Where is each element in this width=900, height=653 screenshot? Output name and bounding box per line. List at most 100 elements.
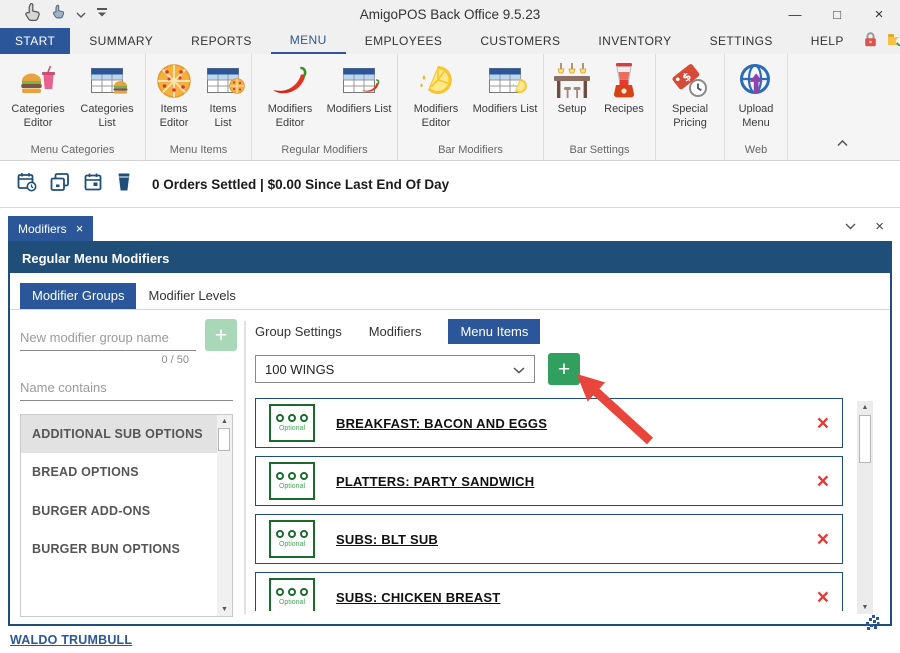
menu-item-controls: 100 WINGS + xyxy=(255,353,880,385)
menu-item-employees[interactable]: EMPLOYEES xyxy=(346,28,462,54)
categories-list-button[interactable]: Categories List xyxy=(74,61,140,140)
maximize-button[interactable]: □ xyxy=(816,0,858,28)
scroll-up-icon[interactable]: ▲ xyxy=(857,404,873,411)
tab-label: Modifiers xyxy=(18,222,67,236)
new-modifier-group-input[interactable] xyxy=(20,324,196,351)
list-item-group[interactable]: BURGER ADD-ONS xyxy=(21,492,217,530)
tab-modifiers[interactable]: Modifiers × xyxy=(8,216,93,241)
scroll-up-icon[interactable]: ▲ xyxy=(217,418,232,425)
setup-button[interactable]: Setup xyxy=(549,61,595,140)
scrollbar-thumb[interactable] xyxy=(859,415,871,463)
ribbon-button-label: Modifiers Editor xyxy=(403,103,469,131)
add-group-button[interactable]: + xyxy=(205,319,237,351)
menu-item-row: Optional PLATTERS: PARTY SANDWICH × xyxy=(255,456,843,506)
bar-modifiers-editor-button[interactable]: Modifiers Editor xyxy=(403,61,469,140)
list-item-group[interactable]: BURGER BUN OPTIONS xyxy=(21,530,217,568)
ribbon-group-label: Menu Items xyxy=(170,140,227,159)
delete-item-icon[interactable]: × xyxy=(817,587,829,608)
minimize-button[interactable]: — xyxy=(774,0,816,28)
scroll-down-icon[interactable]: ▼ xyxy=(857,604,873,611)
calendar-icon[interactable] xyxy=(83,172,103,197)
hand-cursor-icon[interactable] xyxy=(24,3,41,26)
ribbon-button-label: Upload Menu xyxy=(730,103,782,131)
quick-access-toolbar xyxy=(24,3,107,26)
calendar-clock-icon[interactable] xyxy=(17,172,37,197)
document-tab-strip: Modifiers × × xyxy=(0,208,900,241)
touch-pointer-icon[interactable] xyxy=(52,4,65,24)
items-list-button[interactable]: Items List xyxy=(200,61,246,140)
tab-modifier-groups[interactable]: Modifier Groups xyxy=(20,283,136,309)
tab-modifier-levels[interactable]: Modifier Levels xyxy=(136,283,247,309)
optional-badge-label: Optional xyxy=(279,599,305,606)
burger-drink-icon xyxy=(19,61,57,101)
tab-modifiers[interactable]: Modifiers xyxy=(369,319,422,344)
ribbon-button-label: Special Pricing xyxy=(661,103,719,131)
menu-item-link[interactable]: SUBS: CHICKEN BREAST xyxy=(336,590,500,605)
delete-item-icon[interactable]: × xyxy=(817,413,829,434)
categories-editor-button[interactable]: Categories Editor xyxy=(5,61,71,140)
optional-badge[interactable]: Optional xyxy=(269,578,315,611)
ribbon-group-regular-modifiers: Modifiers Editor Modifiers List Regular … xyxy=(252,54,398,160)
modifiers-list-button[interactable]: Modifiers List xyxy=(326,61,392,140)
name-contains-filter-input[interactable] xyxy=(20,374,233,401)
optional-badge[interactable]: Optional xyxy=(269,404,315,442)
beverage-glass-icon[interactable] xyxy=(116,172,132,197)
menu-items-scrollbar[interactable]: ▲ ▼ xyxy=(857,401,873,614)
ribbon-filler xyxy=(788,54,900,160)
ribbon-group-menu-items: Items Editor Items List Menu Items xyxy=(146,54,252,160)
ribbon-group-label: Web xyxy=(745,140,767,159)
delete-item-icon[interactable]: × xyxy=(817,529,829,550)
customize-toolbar-icon[interactable] xyxy=(97,5,107,23)
menu-item-link[interactable]: PLATTERS: PARTY SANDWICH xyxy=(336,474,534,489)
chevron-down-icon[interactable] xyxy=(845,217,856,235)
backup-folder-icon[interactable] xyxy=(887,31,900,52)
close-icon[interactable]: × xyxy=(875,219,884,234)
tab-group-settings[interactable]: Group Settings xyxy=(255,319,342,344)
list-item-group[interactable]: ADDITIONAL SUB OPTIONS xyxy=(21,415,217,453)
regular-menu-modifiers-panel: Regular Menu Modifiers Modifier Groups M… xyxy=(8,241,892,626)
optional-badge-label: Optional xyxy=(279,425,305,432)
ribbon-group-menu-categories: Categories Editor Categories List Menu C… xyxy=(0,54,146,160)
ribbon-group-bar-settings: Setup Recipes Bar Settings xyxy=(544,54,656,160)
menu-item-link[interactable]: BREAKFAST: BACON AND EGGS xyxy=(336,416,547,431)
tab-menu-items[interactable]: Menu Items xyxy=(448,319,540,344)
groups-list-scrollbar[interactable]: ▲ ▼ xyxy=(217,415,232,616)
scrollbar-thumb[interactable] xyxy=(218,428,230,451)
menu-item-summary[interactable]: SUMMARY xyxy=(70,28,172,54)
lock-icon[interactable] xyxy=(863,31,878,52)
ribbon-group-label: Regular Modifiers xyxy=(281,140,367,159)
tab-close-icon[interactable]: × xyxy=(76,222,84,235)
calendar-stack-icon[interactable] xyxy=(50,172,70,197)
menu-item-link[interactable]: SUBS: BLT SUB xyxy=(336,532,438,547)
add-menu-item-button[interactable]: + xyxy=(548,353,580,385)
ribbon-button-label: Modifiers List xyxy=(473,103,538,117)
menu-item-help[interactable]: HELP xyxy=(792,28,863,54)
upload-menu-button[interactable]: Upload Menu xyxy=(730,61,782,140)
scroll-down-icon[interactable]: ▼ xyxy=(217,606,232,613)
modifiers-editor-button[interactable]: Modifiers Editor xyxy=(257,61,323,140)
menu-item-settings[interactable]: SETTINGS xyxy=(691,28,792,54)
bar-counter-icon xyxy=(552,61,592,101)
optional-badge[interactable]: Optional xyxy=(269,520,315,558)
delete-item-icon[interactable]: × xyxy=(817,471,829,492)
special-pricing-button[interactable]: $ Special Pricing xyxy=(661,61,719,152)
logged-in-user-link[interactable]: WALDO TRUMBULL xyxy=(10,633,132,647)
menu-item-menu[interactable]: MENU xyxy=(271,28,346,54)
ribbon-button-label: Items Editor xyxy=(151,103,197,131)
list-item-group[interactable]: BREAD OPTIONS xyxy=(21,453,217,491)
close-button[interactable]: × xyxy=(858,0,900,28)
optional-badge[interactable]: Optional xyxy=(269,462,315,500)
chevron-up-icon[interactable] xyxy=(837,134,848,152)
items-editor-button[interactable]: Items Editor xyxy=(151,61,197,140)
bar-modifiers-list-button[interactable]: Modifiers List xyxy=(472,61,538,140)
menu-item-customers[interactable]: CUSTOMERS xyxy=(461,28,579,54)
menu-item-start[interactable]: START xyxy=(0,28,70,54)
menu-item-reports[interactable]: REPORTS xyxy=(172,28,271,54)
menu-item-dropdown[interactable]: 100 WINGS xyxy=(255,355,535,383)
ribbon-button-label: Recipes xyxy=(604,103,644,117)
chevron-down-icon[interactable] xyxy=(76,5,86,23)
pizza-icon xyxy=(156,61,192,101)
menu-item-inventory[interactable]: INVENTORY xyxy=(579,28,690,54)
recipes-button[interactable]: Recipes xyxy=(598,61,650,140)
menu-item-row: Optional SUBS: BLT SUB × xyxy=(255,514,843,564)
